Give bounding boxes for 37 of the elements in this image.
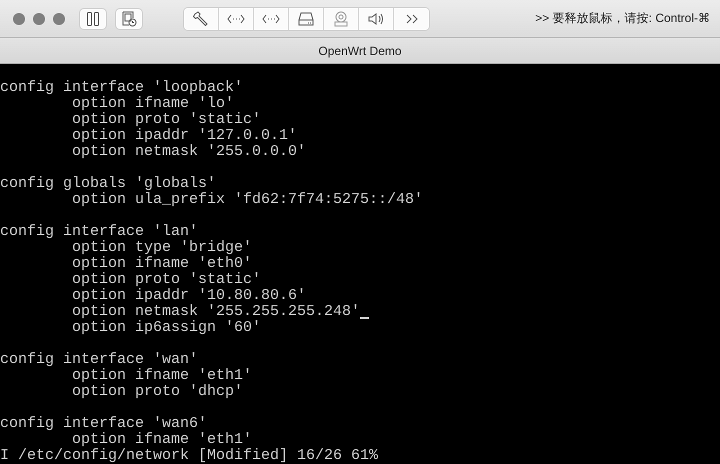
option-line: option ipaddr '10.80.80.6' bbox=[72, 288, 306, 304]
option-line: option netmask '255.0.0.0' bbox=[72, 144, 306, 160]
network-arrows-icon bbox=[262, 14, 280, 24]
settings-button[interactable] bbox=[184, 8, 219, 30]
editor-status-line: I /etc/config/network [Modified] 16/26 61% bbox=[0, 448, 378, 464]
config-line: config interface 'lan' bbox=[0, 224, 198, 240]
minimize-button[interactable] bbox=[33, 12, 45, 24]
config-line: config interface 'wan' bbox=[0, 352, 198, 368]
option-line: option ipaddr '127.0.0.1' bbox=[72, 128, 298, 144]
option-line: option proto 'static' bbox=[72, 112, 262, 128]
close-button[interactable] bbox=[13, 12, 25, 24]
network-arrows-icon bbox=[227, 14, 245, 24]
option-line: option ifname 'eth0' bbox=[72, 256, 252, 272]
option-line: option proto 'static' bbox=[72, 272, 262, 288]
wrench-icon bbox=[193, 10, 209, 26]
webcam-icon bbox=[333, 10, 349, 26]
option-line: option ip6assign '60' bbox=[72, 320, 262, 336]
option-line: option ula_prefix 'fd62:7f74:5275::/48' bbox=[72, 192, 424, 208]
drive-icon bbox=[298, 12, 314, 26]
speaker-icon bbox=[368, 12, 384, 26]
window-title: OpenWrt Demo bbox=[318, 44, 402, 58]
release-mouse-hint: >> 要释放鼠标，请按: Control-⌘ bbox=[535, 10, 710, 27]
pause-button[interactable] bbox=[79, 8, 107, 30]
config-line: config interface 'wan6' bbox=[0, 416, 208, 432]
chevrons-icon bbox=[404, 14, 418, 24]
option-line: option ifname 'eth1' bbox=[72, 368, 252, 384]
pause-icon bbox=[87, 12, 99, 26]
option-line: option netmask '255.255.255.248' bbox=[72, 304, 360, 320]
config-line: config globals 'globals' bbox=[0, 176, 216, 192]
option-line: option ifname 'lo' bbox=[72, 96, 234, 112]
snapshot-icon bbox=[121, 10, 137, 26]
option-line: option proto 'dhcp' bbox=[72, 384, 244, 400]
config-line: config interface 'loopback' bbox=[0, 80, 244, 96]
zoom-button[interactable] bbox=[53, 12, 65, 24]
option-line: option type 'bridge' bbox=[72, 240, 252, 256]
option-line: option ifname 'eth1' bbox=[72, 432, 252, 448]
snapshot-button[interactable] bbox=[115, 8, 143, 30]
